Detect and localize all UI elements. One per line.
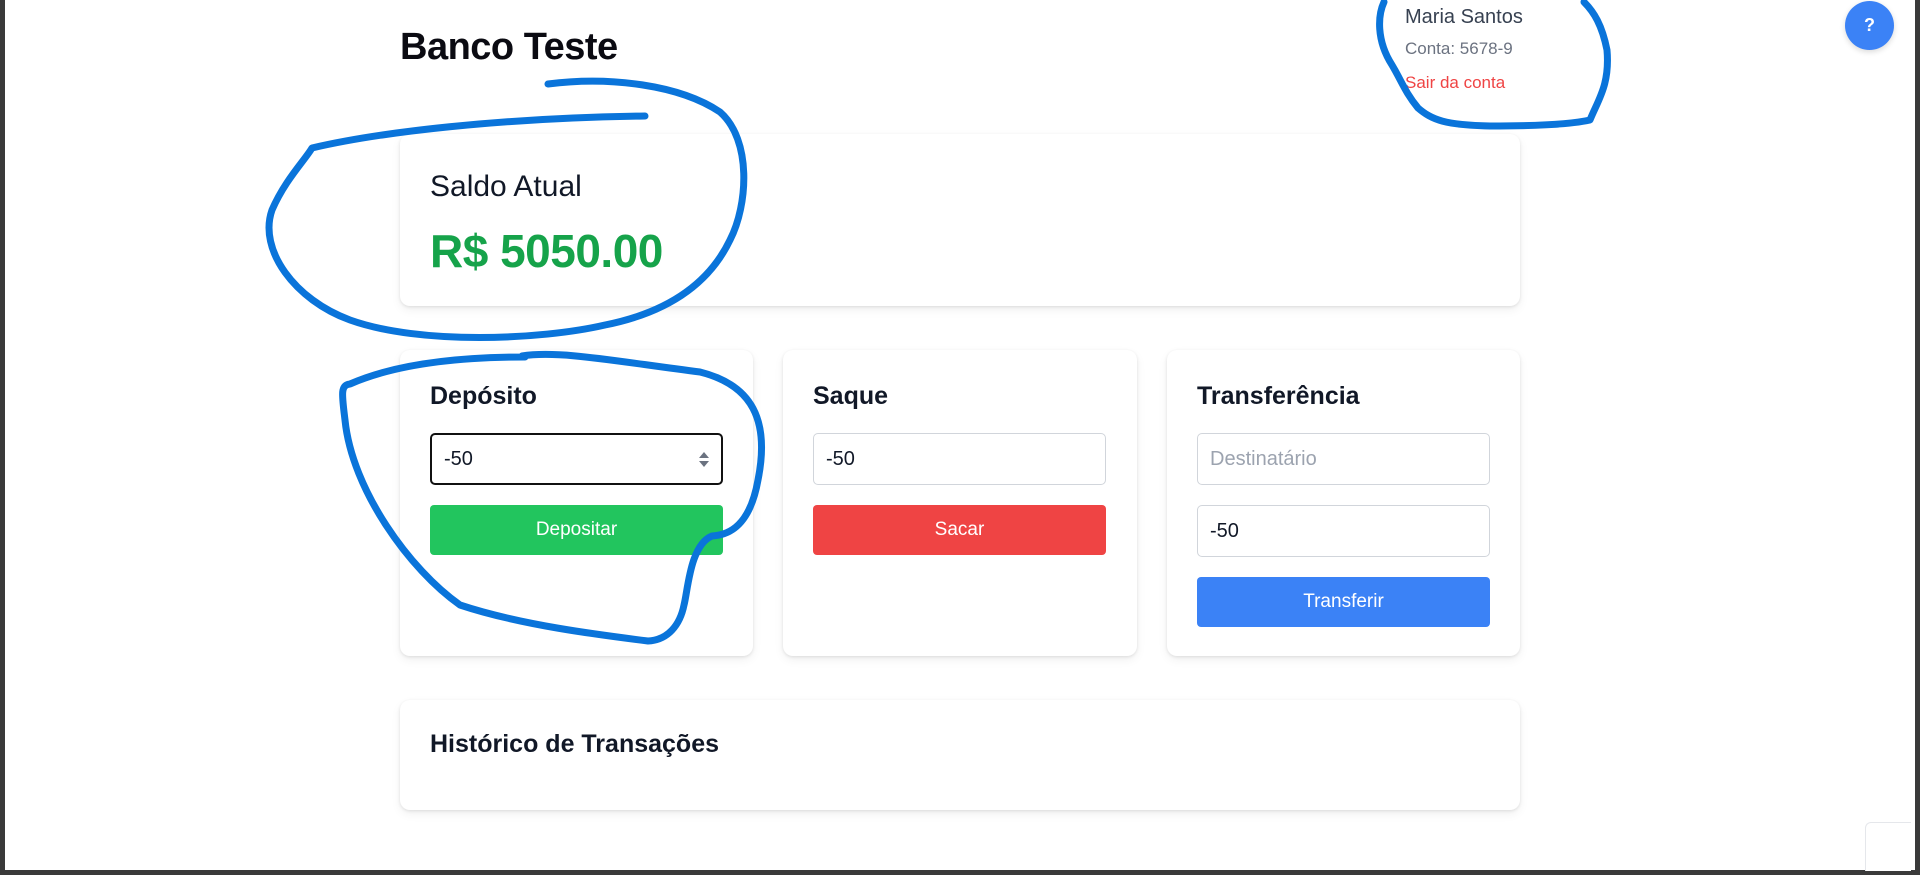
deposit-amount-value: -50 xyxy=(444,447,473,470)
help-button[interactable]: ? xyxy=(1845,1,1894,50)
corner-widget[interactable] xyxy=(1865,822,1911,871)
account-number: Conta: 5678-9 xyxy=(1405,39,1513,58)
withdraw-title: Saque xyxy=(813,382,889,410)
balance-label: Saldo Atual xyxy=(430,170,582,203)
page-title: Banco Teste xyxy=(400,26,618,68)
recipient-placeholder: Destinatário xyxy=(1210,447,1317,470)
user-name: Maria Santos xyxy=(1405,6,1523,28)
transfer-card: Transferência Destinatário -50 Transferi… xyxy=(1167,350,1520,656)
transaction-history-card: Histórico de Transações xyxy=(400,700,1520,810)
deposit-button[interactable]: Depositar xyxy=(430,505,723,555)
deposit-card: Depósito -50 Depositar xyxy=(400,350,753,656)
logout-link[interactable]: Sair da conta xyxy=(1405,72,1523,94)
deposit-amount-input[interactable]: -50 xyxy=(430,433,723,485)
spinner-up-icon[interactable] xyxy=(699,451,709,458)
window-frame-right xyxy=(1915,0,1920,875)
transfer-button[interactable]: Transferir xyxy=(1197,577,1490,627)
recipient-input[interactable]: Destinatário xyxy=(1197,433,1490,485)
window-frame-left xyxy=(0,0,5,875)
withdraw-card: Saque -50 Sacar xyxy=(783,350,1137,656)
spinner-down-icon[interactable] xyxy=(699,460,709,467)
withdraw-amount-value: -50 xyxy=(826,447,855,470)
transfer-amount-value: -50 xyxy=(1210,519,1239,542)
number-spinner-icon[interactable] xyxy=(699,451,709,467)
balance-card: Saldo Atual R$ 5050.00 xyxy=(400,134,1520,306)
window-frame-bottom xyxy=(0,870,1920,875)
transfer-amount-input[interactable]: -50 xyxy=(1197,505,1490,557)
balance-value: R$ 5050.00 xyxy=(430,225,663,277)
user-info: Maria Santos Conta: 5678-9 Sair da conta xyxy=(1405,4,1523,94)
transfer-title: Transferência xyxy=(1197,382,1360,410)
withdraw-amount-input[interactable]: -50 xyxy=(813,433,1106,485)
history-title: Histórico de Transações xyxy=(430,730,720,758)
deposit-title: Depósito xyxy=(430,382,537,410)
withdraw-button[interactable]: Sacar xyxy=(813,505,1106,555)
